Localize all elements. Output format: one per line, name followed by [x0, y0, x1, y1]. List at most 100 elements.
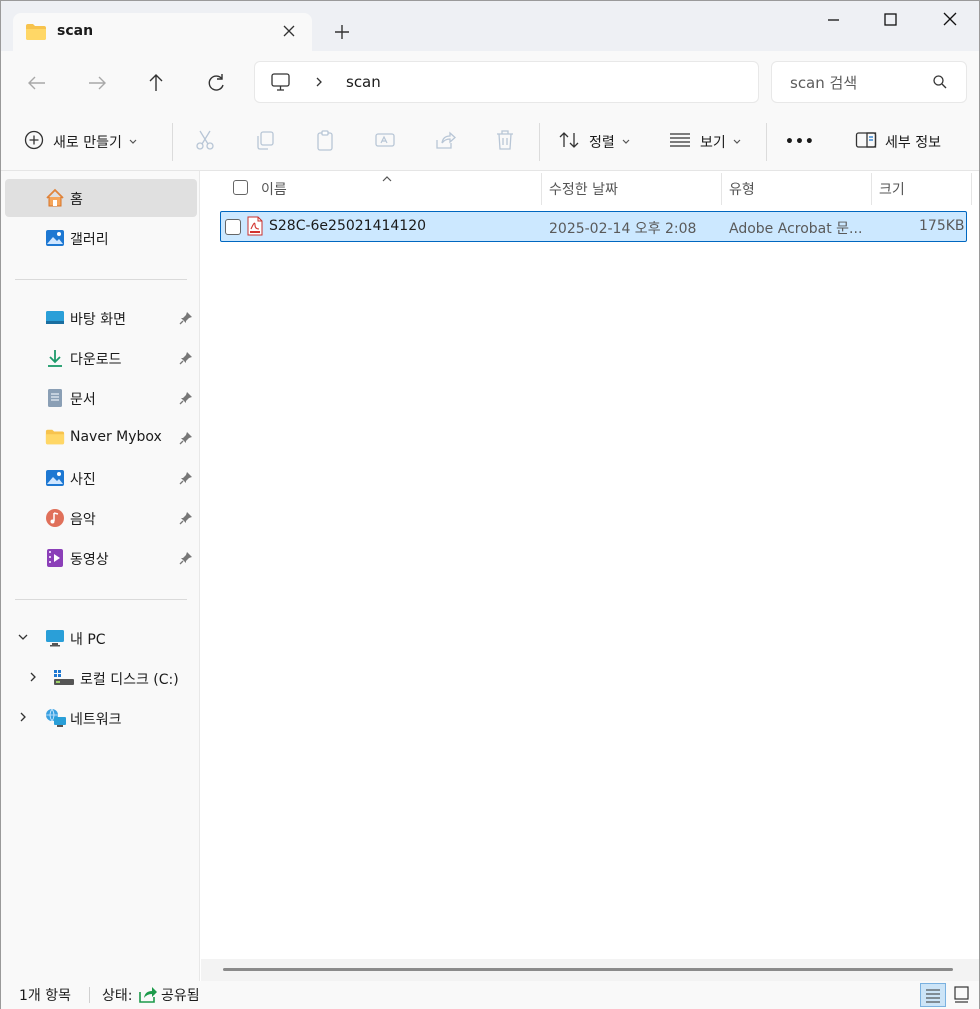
file-explorer-window: scan scan scan 검색 새로 만들기 정렬 보기 ••• 세부 정보… — [0, 0, 980, 1009]
chevron-right-icon[interactable] — [311, 72, 327, 96]
search-icon[interactable] — [932, 74, 948, 94]
toolbar-divider — [172, 123, 173, 161]
chevron-right-icon[interactable] — [17, 711, 29, 727]
status-value: 공유됨 — [161, 988, 200, 1004]
more-options-button[interactable]: ••• — [785, 125, 815, 159]
column-header-name[interactable]: 이름 — [201, 171, 541, 205]
sidebar-item-videos[interactable]: 동영상 — [5, 539, 197, 577]
sidebar-item-label: Naver Mybox — [70, 429, 162, 445]
column-header-type[interactable]: 유형 — [722, 171, 871, 205]
file-name: S28C-6e25021414120 — [269, 218, 427, 234]
new-button-label: 새로 만들기 — [53, 135, 122, 151]
breadcrumb-scan[interactable]: scan — [346, 73, 381, 91]
rename-button[interactable] — [373, 125, 397, 159]
more-ellipsis-icon: ••• — [785, 134, 815, 150]
paste-button[interactable] — [313, 125, 337, 159]
sidebar-item-label: 네트워크 — [70, 712, 122, 728]
details-pane-icon — [855, 131, 877, 153]
shared-icon — [138, 984, 158, 1008]
status-divider — [89, 987, 90, 1003]
monitor-icon — [45, 628, 65, 648]
large-icons-view-icon[interactable] — [949, 983, 975, 1007]
share-button[interactable] — [433, 125, 457, 159]
column-separator[interactable] — [971, 173, 972, 205]
pin-icon[interactable] — [179, 311, 193, 329]
up-arrow-icon[interactable] — [138, 65, 174, 101]
view-button[interactable]: 보기 — [668, 125, 742, 159]
table-row[interactable]: S28C-6e25021414120 2025-02-14 오후 2:08 Ad… — [220, 211, 967, 242]
sidebar-item-local-disk[interactable]: 로컬 디스크 (C:) — [5, 659, 197, 697]
chevron-down-icon — [621, 134, 631, 150]
trash-icon — [493, 128, 517, 156]
scrollbar-thumb[interactable] — [223, 968, 953, 971]
column-label: 수정한 날짜 — [549, 182, 618, 198]
pin-icon[interactable] — [179, 551, 193, 569]
column-header-size[interactable]: 크기 — [872, 171, 971, 205]
sidebar-item-label: 동영상 — [70, 552, 109, 568]
delete-button[interactable] — [493, 125, 517, 159]
sidebar-item-desktop[interactable]: 바탕 화면 — [5, 299, 197, 337]
sidebar-item-network[interactable]: 네트워크 — [5, 699, 197, 737]
column-header-modified[interactable]: 수정한 날짜 — [542, 171, 721, 205]
toolbar-divider — [766, 123, 767, 161]
share-icon — [433, 128, 457, 156]
sidebar-item-downloads[interactable]: 다운로드 — [5, 339, 197, 377]
chevron-down-icon[interactable] — [17, 631, 29, 647]
refresh-icon[interactable] — [198, 65, 234, 101]
cut-button[interactable] — [193, 125, 217, 159]
pin-icon[interactable] — [179, 391, 193, 409]
sidebar-item-this-pc[interactable]: 내 PC — [5, 619, 197, 657]
pictures-icon — [45, 468, 65, 488]
search-box[interactable]: scan 검색 — [771, 61, 967, 103]
plus-circle-icon — [23, 129, 45, 155]
sidebar-divider — [15, 279, 187, 280]
network-icon — [45, 708, 66, 728]
sidebar-item-naver-mybox[interactable]: Naver Mybox — [5, 419, 197, 457]
details-view-icon[interactable] — [920, 983, 946, 1007]
sidebar-item-music[interactable]: 음악 — [5, 499, 197, 537]
details-pane-button[interactable]: 세부 정보 — [855, 125, 941, 159]
music-icon — [45, 508, 65, 528]
navigation-pane: 홈 갤러리 바탕 화면 다운로드 문서 Naver Mybox 사진 음악 동영… — [1, 171, 200, 981]
address-row: scan scan 검색 — [1, 51, 979, 113]
address-bar[interactable]: scan — [254, 61, 759, 103]
copy-button[interactable] — [253, 125, 277, 159]
sort-button[interactable]: 정렬 — [557, 125, 631, 159]
title-bar: scan — [1, 1, 979, 51]
sidebar-divider — [15, 599, 187, 600]
desktop-icon — [45, 308, 65, 328]
chevron-down-icon — [128, 134, 138, 150]
pin-icon[interactable] — [179, 351, 193, 369]
view-lines-icon — [668, 128, 692, 156]
back-arrow-icon[interactable] — [19, 65, 55, 101]
sort-label: 정렬 — [589, 135, 615, 151]
pdf-file-icon — [247, 216, 263, 240]
maximize-icon[interactable] — [867, 7, 913, 35]
sidebar-item-documents[interactable]: 문서 — [5, 379, 197, 417]
sidebar-item-label: 문서 — [70, 392, 96, 408]
sidebar-item-pictures[interactable]: 사진 — [5, 459, 197, 497]
row-checkbox[interactable] — [225, 219, 241, 235]
close-window-icon[interactable] — [927, 7, 973, 35]
new-button[interactable]: 새로 만들기 — [23, 125, 138, 159]
tab-scan[interactable]: scan — [13, 13, 312, 51]
file-modified: 2025-02-14 오후 2:08 — [549, 221, 697, 237]
sidebar-item-home[interactable]: 홈 — [5, 179, 197, 217]
column-label: 유형 — [729, 182, 755, 198]
new-tab-icon[interactable] — [329, 19, 355, 45]
view-label: 보기 — [700, 135, 726, 151]
file-type: Adobe Acrobat 문... — [729, 221, 863, 237]
sidebar-item-gallery[interactable]: 갤러리 — [5, 219, 197, 257]
pin-icon[interactable] — [179, 431, 193, 449]
sort-arrows-icon — [557, 128, 581, 156]
forward-arrow-icon[interactable] — [79, 65, 115, 101]
close-tab-icon[interactable] — [277, 19, 301, 43]
chevron-right-icon[interactable] — [27, 671, 39, 687]
pin-icon[interactable] — [179, 511, 193, 529]
scissors-icon — [193, 128, 217, 156]
pin-icon[interactable] — [179, 471, 193, 489]
search-placeholder: scan 검색 — [790, 74, 858, 92]
minimize-icon[interactable] — [811, 7, 857, 35]
sidebar-item-label: 다운로드 — [70, 352, 122, 368]
item-count: 1개 항목 — [19, 988, 71, 1004]
